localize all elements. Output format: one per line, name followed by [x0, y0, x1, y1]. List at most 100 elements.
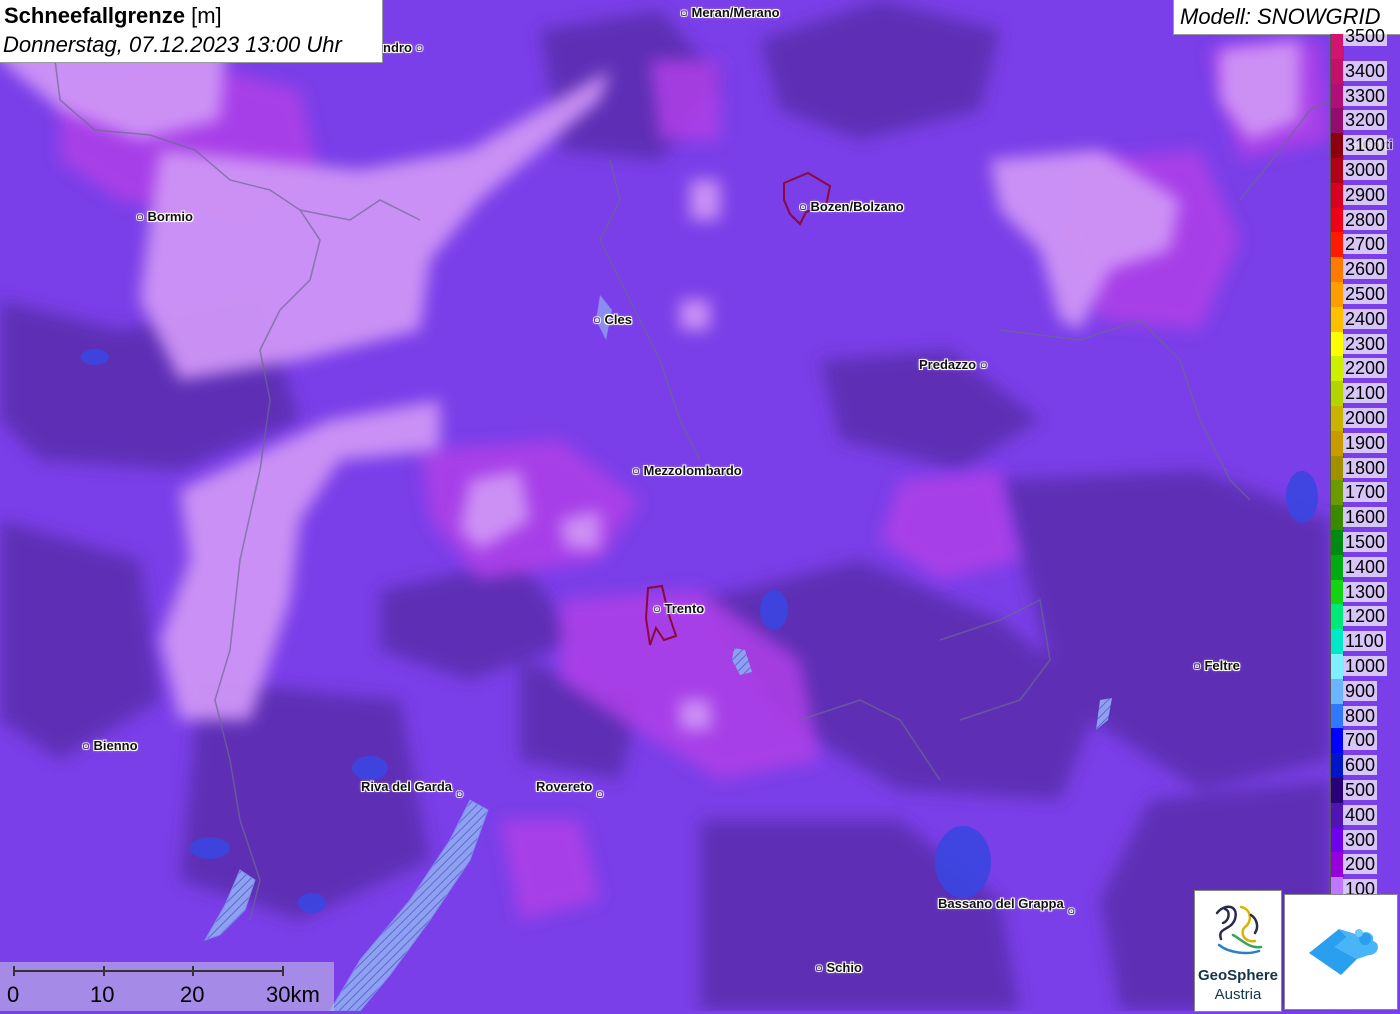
legend-row: 1300 [1328, 579, 1400, 605]
city-label: Mezzolombardo [643, 463, 742, 478]
legend-swatch [1330, 356, 1344, 382]
legend-swatch [1330, 108, 1344, 134]
geosphere-logo[interactable]: GeoSphere Austria [1194, 890, 1282, 1012]
legend-row: 2600 [1328, 257, 1400, 282]
legend-row: 3500 [1328, 26, 1400, 59]
legend-swatch [1330, 604, 1344, 630]
city-sondrio[interactable]: ndro ○ [383, 40, 423, 55]
city-dot-icon: ○ [136, 209, 144, 224]
city-bassano[interactable]: Bassano del Grappa ○ [938, 896, 1075, 918]
city-schio[interactable]: ○ Schio [815, 960, 862, 975]
map-title-box: Schneefallgrenze [m] Donnerstag, 07.12.2… [0, 0, 383, 63]
legend-label: 2500 [1343, 284, 1388, 304]
cloud-arrow-icon [1309, 929, 1378, 975]
legend-label: 1000 [1343, 656, 1388, 676]
city-trento[interactable]: ○ Trento [653, 601, 704, 616]
city-label: Rovereto [536, 779, 593, 794]
legend-swatch [1330, 827, 1344, 853]
city-rovereto[interactable]: Rovereto ○ [536, 779, 604, 801]
city-feltre[interactable]: ○ Feltre [1193, 658, 1240, 673]
city-label: Predazzo [919, 357, 977, 372]
legend-row: 3200 [1328, 108, 1400, 134]
legend-row: 1000 [1328, 654, 1400, 679]
legend-row: 1200 [1328, 604, 1400, 630]
city-label: Feltre [1204, 658, 1240, 673]
legend-swatch [1330, 852, 1344, 878]
city-label: ndro [383, 40, 412, 55]
legend-swatch [1330, 778, 1344, 803]
legend-label: 1600 [1343, 507, 1388, 528]
city-riva-del-garda[interactable]: Riva del Garda ○ [361, 779, 464, 801]
legend-label: 300 [1343, 829, 1378, 850]
city-mezzolombardo[interactable]: ○ Mezzolombardo [632, 463, 742, 478]
legend-label: 600 [1343, 755, 1378, 776]
legend-row: 3000 [1328, 158, 1400, 183]
legend-row: 1700 [1328, 480, 1400, 506]
city-dot-icon: ○ [82, 738, 90, 753]
legend-swatch [1330, 207, 1344, 233]
city-label: Cles [604, 312, 632, 327]
legend-row: 1900 [1328, 430, 1400, 456]
legend-row: 2500 [1328, 282, 1400, 307]
city-predazzo[interactable]: Predazzo ○ [919, 357, 988, 372]
map-datetime: Donnerstag, 07.12.2023 13:00 Uhr [3, 32, 342, 57]
legend-swatch [1330, 554, 1344, 580]
legend-swatch [1330, 530, 1344, 555]
legend-label: 1500 [1343, 532, 1388, 552]
legend-swatch [1330, 306, 1344, 332]
legend-swatch [1330, 654, 1344, 679]
legend-row: 2400 [1328, 306, 1400, 332]
legend-row: 1800 [1328, 455, 1400, 481]
map-title: Schneefallgrenze [m] [4, 3, 222, 29]
legend-label: 2000 [1343, 408, 1388, 428]
scale-label-30km: 30km [266, 982, 320, 1007]
city-dot-icon: ○ [455, 786, 464, 801]
city-bienno[interactable]: ○ Bienno [82, 738, 138, 753]
legend-row: 500 [1328, 778, 1400, 803]
legend-swatch [1330, 703, 1344, 729]
legend-row: 2800 [1328, 207, 1400, 233]
scale-ticks [13, 966, 284, 976]
legend-label: 1400 [1343, 556, 1388, 577]
city-dot-icon: ○ [595, 786, 604, 801]
city-dot-icon: ○ [1067, 903, 1076, 918]
scale-label-0: 0 [7, 982, 20, 1007]
city-cles[interactable]: ○ Cles [593, 312, 632, 327]
legend-row: 600 [1328, 753, 1400, 778]
scale-bar: 0 10 20 30km [0, 962, 334, 1011]
legend-swatch [1330, 678, 1344, 704]
legend-row: 800 [1328, 703, 1400, 729]
city-dot-icon: ○ [680, 5, 688, 20]
scale-label-20: 20 [180, 982, 205, 1007]
city-label: Bozen/Bolzano [810, 199, 904, 214]
legend-swatch [1330, 802, 1344, 828]
legend-label: 2100 [1343, 383, 1388, 404]
city-meran[interactable]: ○ Meran/Merano [680, 5, 780, 20]
legend-label: 3000 [1343, 160, 1388, 180]
city-label: Meran/Merano [691, 5, 780, 20]
app-logo[interactable] [1284, 894, 1398, 1010]
city-label: Riva del Garda [361, 779, 453, 794]
city-dot-icon: ○ [653, 601, 661, 616]
legend-swatch [1330, 34, 1344, 59]
legend-label: 2700 [1343, 234, 1388, 255]
scale-label-10: 10 [90, 982, 115, 1007]
legend-label: 900 [1343, 680, 1378, 701]
legend-swatch [1330, 579, 1344, 605]
legend-label: 2300 [1343, 333, 1388, 354]
legend-swatch [1330, 480, 1344, 506]
legend-label: 700 [1343, 730, 1378, 751]
city-bormio[interactable]: ○ Bormio [136, 209, 193, 224]
city-dot-icon: ○ [979, 357, 988, 372]
legend-row: 2100 [1328, 381, 1400, 406]
legend-label: 1800 [1343, 457, 1388, 478]
legend-swatch [1330, 406, 1344, 431]
city-dot-icon: ○ [799, 199, 807, 214]
legend-swatch [1330, 232, 1344, 258]
legend-swatch [1330, 257, 1344, 282]
legend-label: 2400 [1343, 308, 1388, 329]
city-bozen[interactable]: ○ Bozen/Bolzano [799, 199, 904, 214]
legend-label: 3100 [1343, 135, 1388, 156]
city-dot-icon: ○ [415, 40, 424, 55]
snowfall-map[interactable] [0, 0, 1400, 1011]
